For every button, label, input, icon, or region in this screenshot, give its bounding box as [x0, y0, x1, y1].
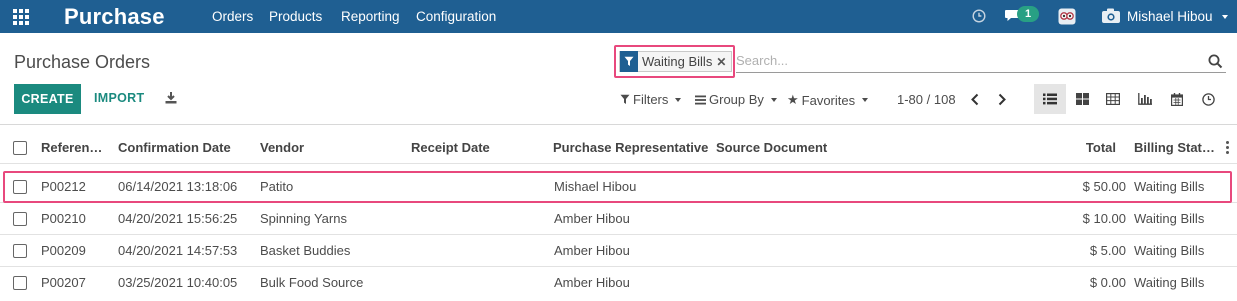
row-checkbox[interactable]: [13, 212, 27, 226]
kanban-view-button[interactable]: [1066, 84, 1098, 114]
cell-reference: P00207: [41, 275, 86, 290]
activity-view-button[interactable]: [1192, 84, 1224, 114]
kanban-view-icon: [1075, 93, 1089, 105]
column-header-billing-status[interactable]: Billing Stat…: [1134, 132, 1215, 164]
menu-products[interactable]: Products: [269, 9, 322, 24]
select-all-checkbox[interactable]: [13, 141, 27, 155]
pager-value[interactable]: 1-80 / 108: [897, 92, 956, 107]
chevron-down-icon: [675, 97, 682, 102]
clock-icon[interactable]: [972, 9, 986, 23]
app-brand[interactable]: Purchase: [64, 4, 165, 30]
user-name: Mishael Hibou: [1127, 9, 1213, 24]
favorites-dropdown[interactable]: ★ Favorites: [787, 92, 869, 108]
cell-confirmation-date: 03/25/2021 10:40:05: [118, 275, 238, 290]
cell-confirmation-date: 04/20/2021 15:56:25: [118, 211, 238, 226]
menu-orders[interactable]: Orders: [212, 9, 253, 24]
optional-columns-icon[interactable]: [1226, 141, 1229, 156]
graph-view-button[interactable]: [1129, 84, 1161, 114]
row-highlight: [3, 171, 1232, 203]
create-button[interactable]: CREATE: [14, 84, 81, 114]
row-checkbox[interactable]: [13, 244, 27, 258]
calendar-view-button[interactable]: [1161, 84, 1193, 114]
chevron-down-icon: [862, 98, 869, 102]
camera-avatar-icon[interactable]: [1101, 7, 1123, 25]
user-menu[interactable]: Mishael Hibou: [1127, 9, 1229, 24]
facet-label: Waiting Bills: [642, 54, 713, 69]
cell-total: $ 5.00: [1089, 243, 1126, 258]
search-input[interactable]: Search...: [736, 53, 788, 68]
close-icon[interactable]: ✕: [716, 55, 726, 69]
column-header-reference[interactable]: Referen…: [41, 132, 102, 164]
column-header-source-document[interactable]: Source Document: [716, 132, 827, 164]
pivot-view-button[interactable]: [1097, 84, 1129, 114]
cell-vendor: Basket Buddies: [260, 243, 351, 258]
user-dropdown-caret-icon: [1222, 15, 1229, 20]
pivot-view-icon: [1106, 93, 1120, 105]
filters-label: Filters: [633, 92, 669, 107]
groupby-label: Group By: [709, 92, 764, 107]
search-underline: [736, 72, 1226, 73]
table-top-border: [0, 124, 1237, 125]
menu-configuration[interactable]: Configuration: [416, 9, 496, 24]
chevron-down-icon: [770, 97, 777, 102]
table-header-row: Referen… Confirmation Date Vendor Receip…: [0, 132, 1237, 164]
cell-total: $ 10.00: [1082, 211, 1126, 226]
menu-reporting[interactable]: Reporting: [341, 9, 400, 24]
table-row[interactable]: P00209 04/20/2021 14:57:53 Basket Buddie…: [0, 235, 1237, 267]
import-button[interactable]: IMPORT: [94, 91, 144, 105]
graph-view-icon: [1138, 93, 1152, 105]
row-divider: [0, 163, 1237, 164]
download-icon[interactable]: [165, 91, 177, 104]
row-checkbox[interactable]: [13, 276, 27, 290]
cell-reference: P00209: [41, 243, 86, 258]
cell-vendor: Spinning Yarns: [260, 211, 347, 226]
cell-representative: Amber Hibou: [554, 275, 630, 290]
messages-count-badge: 1: [1017, 6, 1039, 22]
column-header-confirmation-date[interactable]: Confirmation Date: [118, 132, 231, 164]
groupby-dropdown[interactable]: Group By: [695, 92, 777, 107]
column-header-receipt-date[interactable]: Receipt Date: [411, 132, 490, 164]
prev-page-icon[interactable]: [970, 93, 980, 106]
column-header-purchase-representative[interactable]: Purchase Representative: [553, 132, 708, 164]
star-icon: ★: [787, 92, 799, 107]
filters-dropdown[interactable]: Filters: [620, 92, 682, 107]
column-header-total[interactable]: Total: [1040, 132, 1116, 164]
cell-representative: Amber Hibou: [554, 243, 630, 258]
calendar-view-icon: [1171, 92, 1183, 106]
cell-billing-status: Waiting Bills: [1134, 211, 1205, 226]
owl-avatar-icon[interactable]: [1058, 8, 1076, 25]
search-facet[interactable]: Waiting Bills ✕: [619, 51, 733, 72]
cell-billing-status: Waiting Bills: [1134, 243, 1205, 258]
favorites-label: Favorites: [801, 92, 856, 108]
list-view-icon: [1043, 93, 1057, 105]
cell-billing-status: Waiting Bills: [1134, 275, 1205, 290]
search-icon[interactable]: [1208, 54, 1223, 69]
cell-total: $ 0.00: [1089, 275, 1126, 290]
cell-vendor: Bulk Food Source: [260, 275, 364, 290]
cell-confirmation-date: 04/20/2021 14:57:53: [118, 243, 238, 258]
filter-icon: [620, 51, 638, 72]
activity-view-icon: [1201, 92, 1215, 106]
table-row[interactable]: P00207 03/25/2021 10:40:05 Bulk Food Sou…: [0, 267, 1237, 299]
filter-icon: [620, 94, 630, 104]
page-title: Purchase Orders: [14, 52, 151, 72]
column-header-vendor[interactable]: Vendor: [260, 132, 304, 164]
table-row[interactable]: P00210 04/20/2021 15:56:25 Spinning Yarn…: [0, 203, 1237, 235]
list-view-button[interactable]: [1034, 84, 1066, 114]
group-by-icon: [695, 95, 706, 104]
next-page-icon[interactable]: [997, 93, 1007, 106]
cell-representative: Amber Hibou: [554, 211, 630, 226]
cell-reference: P00210: [41, 211, 86, 226]
top-navbar: Purchase Orders Products Reporting Confi…: [0, 0, 1237, 33]
apps-menu-icon[interactable]: [13, 9, 31, 25]
